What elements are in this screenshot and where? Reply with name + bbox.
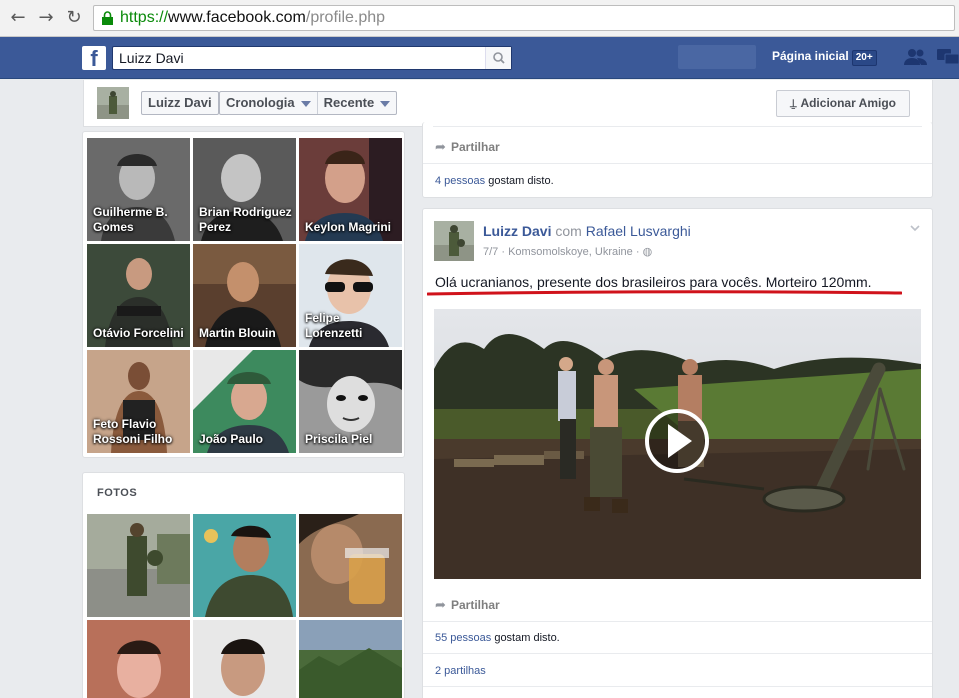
- share-button[interactable]: ➦ Partilhar: [435, 137, 500, 157]
- divider: [423, 621, 932, 622]
- friend-tile[interactable]: Priscila Piel: [299, 350, 402, 453]
- friend-name: Feto Flavio Rossoni Filho: [93, 417, 173, 446]
- post-location-link[interactable]: Komsomolskoye, Ukraine: [508, 246, 633, 258]
- add-friend-icon: ⍊: [790, 97, 801, 110]
- home-label: Página inicial: [772, 49, 849, 63]
- friend-name: Otávio Forcelini: [93, 326, 184, 340]
- post-author-line: Luizz Davi com Rafael Lusvarghi: [483, 223, 691, 239]
- friend-tile[interactable]: Felipe Lorenzetti: [299, 244, 402, 347]
- photo-thumbnail[interactable]: [299, 514, 402, 617]
- chevron-down-icon: [300, 100, 311, 107]
- photos-heading: FOTOS: [97, 487, 138, 499]
- share-label: Partilhar: [451, 140, 500, 154]
- friend-name: Keylon Magrini: [305, 220, 392, 234]
- url-scheme: https://: [120, 9, 169, 26]
- friend-name: Felipe Lorenzetti: [305, 311, 363, 340]
- photo-thumbnail[interactable]: [87, 620, 190, 698]
- chevron-down-icon: [380, 100, 391, 107]
- shares-count-link[interactable]: 2 partilhas: [435, 665, 486, 677]
- profile-nav-pill-2: Cronologia Recente: [219, 91, 398, 115]
- timeline-label: Cronologia: [226, 95, 295, 110]
- friend-name: João Paulo: [199, 432, 264, 446]
- play-icon[interactable]: [645, 409, 709, 473]
- profile-nav-pill: Luizz Davi: [141, 91, 219, 115]
- messages-icon[interactable]: [937, 48, 959, 68]
- friend-tile[interactable]: João Paulo: [193, 350, 296, 453]
- profile-name-button[interactable]: Luizz Davi: [142, 92, 218, 114]
- home-count-badge: 20+: [851, 50, 877, 66]
- share-arrow-icon: ➦: [435, 140, 446, 155]
- recent-label: Recente: [323, 95, 375, 110]
- add-friend-button[interactable]: ⍊ Adicionar Amigo: [776, 90, 910, 117]
- with-word: com: [555, 223, 582, 239]
- facebook-logo-icon[interactable]: f: [82, 46, 106, 71]
- add-friend-label: Adicionar Amigo: [800, 96, 896, 110]
- author-avatar[interactable]: [434, 221, 474, 261]
- likes-summary: 4 pessoas gostam disto.: [435, 175, 554, 187]
- blurred-profile-link[interactable]: [678, 45, 756, 69]
- post-meta: 7/7 · Komsomolskoye, Ukraine · ◍: [483, 245, 653, 258]
- friend-name: Priscila Piel: [305, 432, 373, 446]
- photo-thumbnail[interactable]: [299, 620, 402, 698]
- divider: [423, 653, 932, 654]
- author-name-link[interactable]: Luizz Davi: [483, 223, 551, 239]
- search-input[interactable]: Luizz Davi: [112, 46, 512, 70]
- post-video[interactable]: [434, 309, 921, 579]
- previous-post-footer: ➦ Partilhar 4 pessoas gostam disto.: [422, 122, 933, 198]
- divider: [433, 126, 922, 127]
- likes-count-link[interactable]: 55 pessoas: [435, 632, 491, 644]
- post-date-link[interactable]: 7/7: [483, 246, 498, 258]
- timeline-dropdown[interactable]: Cronologia: [220, 92, 318, 114]
- lock-icon: [102, 11, 113, 25]
- post-card: Luizz Davi com Rafael Lusvarghi 7/7 · Ko…: [422, 208, 933, 698]
- profile-thumbnail[interactable]: [97, 87, 129, 119]
- friend-requests-icon[interactable]: [904, 48, 928, 66]
- likes-count-link[interactable]: 4 pessoas: [435, 175, 485, 187]
- likes-summary: 55 pessoas gostam disto.: [435, 632, 560, 644]
- friend-tile[interactable]: Keylon Magrini: [299, 138, 402, 241]
- photo-thumbnail[interactable]: [87, 514, 190, 617]
- back-arrow-icon[interactable]: ←: [8, 8, 28, 28]
- search-value: Luizz Davi: [119, 50, 184, 66]
- photo-thumbnail[interactable]: [193, 514, 296, 617]
- chevron-down-icon[interactable]: [910, 223, 920, 233]
- friend-tile[interactable]: Brian Rodriguez Perez: [193, 138, 296, 241]
- friend-tile[interactable]: Feto Flavio Rossoni Filho: [87, 350, 190, 453]
- home-link[interactable]: Página inicial 20+: [772, 49, 877, 66]
- share-arrow-icon: ➦: [435, 598, 446, 613]
- reload-icon[interactable]: ↻: [64, 8, 84, 28]
- globe-icon: ◍: [642, 245, 653, 258]
- address-bar[interactable]: https://www.facebook.com/profile.php: [93, 5, 955, 31]
- browser-toolbar: ← → ↻ https://www.facebook.com/profile.p…: [0, 0, 959, 37]
- photo-thumbnail[interactable]: [193, 620, 296, 698]
- friend-tile[interactable]: Guilherme B. Gomes: [87, 138, 190, 241]
- share-label: Partilhar: [451, 598, 500, 612]
- friend-name: Guilherme B. Gomes: [93, 205, 168, 234]
- likes-suffix: gostam disto.: [485, 175, 554, 187]
- share-button[interactable]: ➦ Partilhar: [435, 595, 500, 615]
- url-path: /profile.php: [305, 9, 386, 26]
- friends-grid: Guilherme B. Gomes Brian Rodriguez Perez…: [82, 131, 405, 458]
- url-host: www.facebook.com: [168, 9, 306, 26]
- forward-arrow-icon[interactable]: →: [36, 8, 56, 28]
- friend-name: Martin Blouin: [199, 326, 276, 340]
- divider: [423, 686, 932, 687]
- facebook-top-bar: f Luizz Davi Página inicial 20+: [0, 37, 959, 79]
- search-icon[interactable]: [485, 47, 511, 69]
- recent-dropdown[interactable]: Recente: [318, 92, 397, 114]
- red-underline-annotation: [427, 290, 902, 296]
- profile-header-bar: Luizz Davi Cronologia Recente ⍊ Adiciona…: [83, 80, 933, 127]
- likes-suffix: gostam disto.: [491, 632, 560, 644]
- shares-summary: 2 partilhas: [435, 665, 486, 677]
- friend-tile[interactable]: Martin Blouin: [193, 244, 296, 347]
- photos-card: FOTOS: [82, 472, 405, 698]
- post-text: Olá ucranianos, presente dos brasileiros…: [435, 274, 872, 290]
- divider: [423, 163, 932, 164]
- friend-tile[interactable]: Otávio Forcelini: [87, 244, 190, 347]
- tagged-person-link[interactable]: Rafael Lusvarghi: [586, 223, 691, 239]
- friend-name: Brian Rodriguez Perez: [199, 205, 292, 234]
